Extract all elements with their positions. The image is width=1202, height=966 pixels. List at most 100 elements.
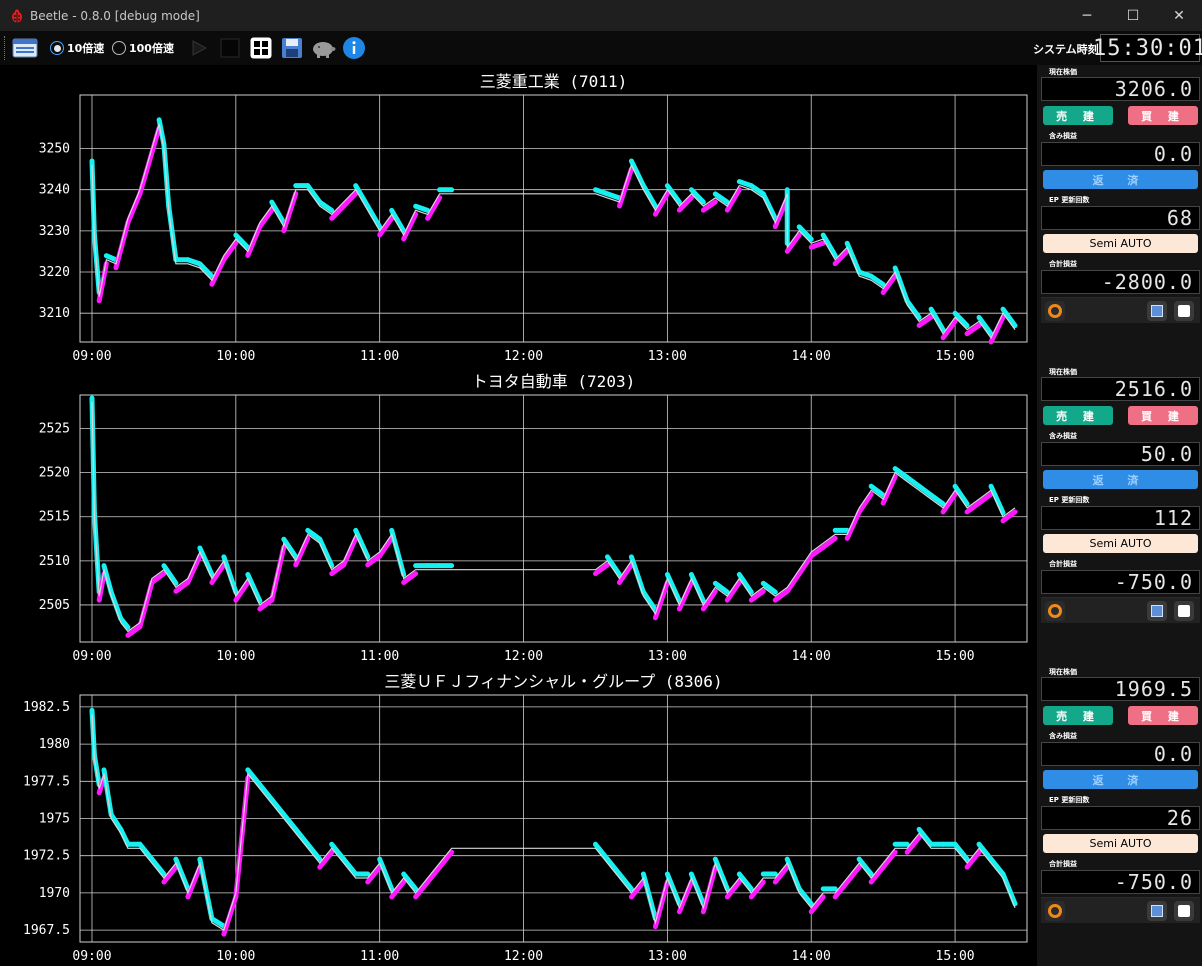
panel-icon-row bbox=[1041, 897, 1200, 923]
current-price-display: 1969.5 bbox=[1041, 677, 1200, 701]
x-tick-label: 12:00 bbox=[504, 649, 543, 664]
current-price-display: 2516.0 bbox=[1041, 377, 1200, 401]
y-tick-label: 1975 bbox=[39, 812, 70, 827]
grid-button[interactable] bbox=[250, 36, 272, 60]
info-icon bbox=[343, 37, 365, 59]
total-pl-display: -750.0 bbox=[1041, 870, 1200, 894]
save-icon bbox=[1151, 605, 1163, 617]
sell-button[interactable]: 売 建 bbox=[1043, 106, 1113, 125]
panel-save-button[interactable] bbox=[1147, 301, 1167, 321]
play-button[interactable] bbox=[190, 36, 208, 60]
steering-wheel-button[interactable] bbox=[1045, 901, 1065, 921]
maximize-button[interactable]: ☐ bbox=[1110, 0, 1156, 31]
speed-100-label: 100倍速 bbox=[129, 42, 174, 55]
radio-unselected-icon bbox=[112, 41, 126, 55]
y-tick-label: 1972.5 bbox=[23, 849, 70, 864]
y-tick-label: 2525 bbox=[39, 422, 70, 437]
chart-title: トヨタ自動車 (7203) bbox=[472, 372, 635, 391]
open-file-button[interactable] bbox=[12, 36, 38, 60]
semi-auto-button[interactable]: Semi AUTO bbox=[1043, 234, 1198, 253]
x-tick-label: 10:00 bbox=[216, 949, 255, 964]
buy-button[interactable]: 買 建 bbox=[1128, 706, 1198, 725]
semi-auto-button[interactable]: Semi AUTO bbox=[1043, 834, 1198, 853]
system-time-label: システム時刻 bbox=[1033, 43, 1099, 56]
chart-toyota: トヨタ自動車 (7203) 09:00 10:00 11:00 12:00 13:00 14… bbox=[39, 372, 1028, 664]
chart-mitsubishi-heavy: 三菱重工業 (7011) 09:00 10:00 11:00 12:00 13:00 14:… bbox=[39, 72, 1028, 364]
y-tick-label: 3240 bbox=[39, 183, 70, 198]
panel-icon-row bbox=[1041, 597, 1200, 623]
y-tick-label: 3250 bbox=[39, 142, 70, 157]
total-pl-label: 合計損益 bbox=[1049, 860, 1077, 868]
stop-icon bbox=[220, 38, 240, 58]
list-icon bbox=[1178, 605, 1190, 617]
toolbar-grip[interactable] bbox=[4, 36, 7, 60]
x-tick-label: 14:00 bbox=[792, 349, 831, 364]
steering-wheel-button[interactable] bbox=[1045, 301, 1065, 321]
ep-count-label: EP 更新回数 bbox=[1049, 496, 1090, 504]
panel-save-button[interactable] bbox=[1147, 601, 1167, 621]
panel-list-button[interactable] bbox=[1174, 901, 1194, 921]
ep-count-display: 68 bbox=[1041, 206, 1200, 230]
unrealized-pl-label: 含み損益 bbox=[1049, 732, 1077, 740]
system-time-display: 15:30:01 bbox=[1093, 34, 1202, 62]
list-icon bbox=[1178, 305, 1190, 317]
y-tick-label: 3220 bbox=[39, 265, 70, 280]
y-tick-label: 2510 bbox=[39, 554, 70, 569]
piggy-bank-button[interactable] bbox=[310, 36, 336, 60]
panel-list-button[interactable] bbox=[1174, 301, 1194, 321]
sell-button[interactable]: 売 建 bbox=[1043, 706, 1113, 725]
y-tick-label: 2520 bbox=[39, 466, 70, 481]
repay-button[interactable]: 返 済 bbox=[1043, 170, 1198, 189]
panel-save-button[interactable] bbox=[1147, 901, 1167, 921]
semi-auto-button[interactable]: Semi AUTO bbox=[1043, 534, 1198, 553]
buy-button[interactable]: 買 建 bbox=[1128, 106, 1198, 125]
x-tick-label: 15:00 bbox=[936, 349, 975, 364]
info-button[interactable] bbox=[342, 36, 366, 60]
chart-title: 三菱ＵＦＪフィナンシャル・グループ (8306) bbox=[384, 672, 722, 691]
repay-button[interactable]: 返 済 bbox=[1043, 470, 1198, 489]
current-price-label: 現在株価 bbox=[1049, 668, 1077, 676]
speed-10-radio[interactable]: 10倍速 bbox=[50, 36, 104, 60]
window-icon bbox=[12, 38, 38, 58]
y-tick-label: 1970 bbox=[39, 886, 70, 901]
total-pl-display: -750.0 bbox=[1041, 570, 1200, 594]
radio-selected-icon bbox=[50, 41, 64, 55]
minimize-button[interactable]: ─ bbox=[1064, 0, 1110, 31]
current-price-label: 現在株価 bbox=[1049, 368, 1077, 376]
ep-count-display: 112 bbox=[1041, 506, 1200, 530]
save-icon bbox=[282, 38, 302, 58]
buy-button[interactable]: 買 建 bbox=[1128, 406, 1198, 425]
total-pl-label: 合計損益 bbox=[1049, 260, 1077, 268]
x-tick-label: 15:00 bbox=[936, 649, 975, 664]
save-button[interactable] bbox=[281, 36, 303, 60]
y-tick-label: 2505 bbox=[39, 598, 70, 613]
app-window: Beetle - 0.8.0 [debug mode] ─ ☐ ✕ 10倍速 1… bbox=[0, 0, 1202, 966]
sell-button[interactable]: 売 建 bbox=[1043, 406, 1113, 425]
close-button[interactable]: ✕ bbox=[1156, 0, 1202, 31]
x-tick-label: 13:00 bbox=[648, 949, 687, 964]
y-tick-label: 1980 bbox=[39, 737, 70, 752]
speed-10-label: 10倍速 bbox=[67, 42, 105, 55]
y-tick-label: 1967.5 bbox=[23, 923, 70, 938]
y-tick-label: 2515 bbox=[39, 510, 70, 525]
total-pl-label: 合計損益 bbox=[1049, 560, 1077, 568]
repay-button[interactable]: 返 済 bbox=[1043, 770, 1198, 789]
steering-wheel-button[interactable] bbox=[1045, 601, 1065, 621]
chart-title: 三菱重工業 (7011) bbox=[480, 72, 627, 91]
stop-button[interactable] bbox=[220, 36, 240, 60]
y-tick-label: 3210 bbox=[39, 306, 70, 321]
speed-100-radio[interactable]: 100倍速 bbox=[112, 36, 174, 60]
y-tick-label: 1982.5 bbox=[23, 700, 70, 715]
x-tick-label: 11:00 bbox=[360, 649, 399, 664]
ep-count-display: 26 bbox=[1041, 806, 1200, 830]
current-price-display: 3206.0 bbox=[1041, 77, 1200, 101]
plot-area bbox=[79, 94, 1028, 343]
x-tick-label: 09:00 bbox=[72, 349, 111, 364]
y-tick-label: 3230 bbox=[39, 224, 70, 239]
x-tick-label: 15:00 bbox=[936, 949, 975, 964]
list-icon bbox=[1178, 905, 1190, 917]
panel-list-button[interactable] bbox=[1174, 601, 1194, 621]
x-tick-label: 10:00 bbox=[216, 649, 255, 664]
save-icon bbox=[1151, 305, 1163, 317]
beetle-logo-icon bbox=[12, 9, 22, 22]
